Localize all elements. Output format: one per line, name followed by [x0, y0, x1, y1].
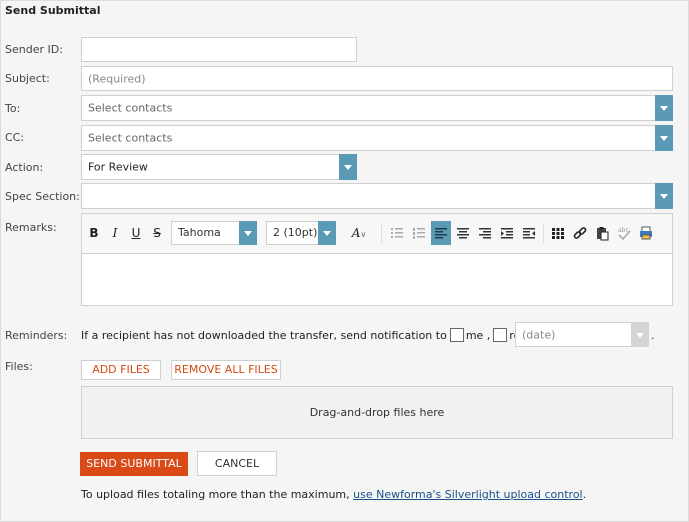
silverlight-upload-link[interactable]: use Newforma's Silverlight upload contro… — [353, 488, 582, 501]
notify-me-checkbox[interactable] — [449, 328, 464, 342]
remove-all-files-button[interactable]: REMOVE ALL FILES — [171, 360, 281, 380]
reminder-text: If a recipient has not downloaded the tr… — [81, 329, 447, 342]
notify-recipients-checkbox[interactable] — [493, 328, 508, 342]
remarks-label: Remarks: — [5, 221, 57, 234]
svg-text:abc: abc — [618, 227, 629, 234]
spec-section-label: Spec Section: — [5, 190, 80, 203]
cc-label: CC: — [5, 131, 25, 144]
reminder-period: . — [651, 329, 655, 342]
reminder-date-picker[interactable]: (date) — [515, 322, 649, 347]
to-placeholder: Select contacts — [88, 101, 173, 115]
toolbar-divider — [543, 223, 544, 243]
subject-label: Subject: — [5, 72, 50, 85]
subject-input[interactable]: (Required) — [81, 66, 673, 91]
align-center-icon[interactable] — [453, 221, 473, 245]
subject-placeholder: (Required) — [88, 72, 146, 85]
table-icon[interactable] — [548, 221, 568, 245]
sender-id-input[interactable] — [81, 37, 357, 62]
notify-me-label: me , — [465, 329, 491, 342]
align-left-icon[interactable] — [431, 221, 451, 245]
sender-id-label: Sender ID: — [5, 43, 63, 56]
indent-icon[interactable] — [519, 221, 539, 245]
upload-note-period: . — [582, 488, 587, 501]
italic-button[interactable]: I — [105, 221, 125, 245]
remarks-editor[interactable] — [81, 253, 673, 306]
upload-note: To upload files totaling more than the m… — [81, 488, 586, 501]
paste-icon[interactable] — [592, 221, 612, 245]
font-family-arrow-icon[interactable] — [239, 221, 257, 245]
font-color-button[interactable]: A∨ — [344, 221, 374, 245]
font-family-value: Tahoma — [178, 226, 221, 239]
file-drop-zone[interactable]: Drag-and-drop files here — [81, 386, 673, 439]
send-submittal-panel: Send Submittal Sender ID: Subject: (Requ… — [0, 0, 689, 522]
spec-section-dropdown-arrow-icon[interactable] — [655, 183, 673, 209]
reminder-date-placeholder: (date) — [522, 328, 556, 341]
strikethrough-button[interactable]: S — [147, 221, 167, 245]
action-select[interactable]: For Review — [81, 154, 357, 180]
print-icon[interactable] — [636, 221, 656, 245]
page-title: Send Submittal — [5, 4, 101, 17]
font-color-chevron-icon: ∨ — [360, 230, 367, 239]
action-dropdown-arrow-icon[interactable] — [339, 154, 357, 180]
underline-button[interactable]: U — [126, 221, 146, 245]
outdent-icon[interactable] — [497, 221, 517, 245]
align-right-icon[interactable] — [475, 221, 495, 245]
font-size-arrow-icon[interactable] — [318, 221, 336, 245]
font-family-select[interactable]: Tahoma — [171, 221, 257, 245]
bold-button[interactable]: B — [84, 221, 104, 245]
date-dropdown-arrow-icon[interactable] — [631, 322, 649, 347]
font-size-value: 2 (10pt) — [273, 226, 318, 239]
add-files-button[interactable]: ADD FILES — [81, 360, 161, 380]
to-contacts-dropdown[interactable]: Select contacts — [81, 95, 673, 121]
link-icon[interactable] — [570, 221, 590, 245]
numbered-list-icon[interactable] — [409, 221, 429, 245]
upload-note-text: To upload files totaling more than the m… — [81, 488, 350, 501]
to-label: To: — [5, 102, 21, 115]
cc-placeholder: Select contacts — [88, 131, 173, 145]
action-label: Action: — [5, 161, 44, 174]
rich-text-toolbar: B I U S Tahoma 2 (10pt) A∨ abc — [81, 213, 673, 253]
to-dropdown-arrow-icon[interactable] — [655, 95, 673, 121]
send-submittal-button[interactable]: SEND SUBMITTAL — [80, 452, 188, 476]
action-value: For Review — [88, 160, 148, 174]
font-size-select[interactable]: 2 (10pt) — [266, 221, 336, 245]
cancel-button[interactable]: CANCEL — [197, 451, 277, 476]
cc-dropdown-arrow-icon[interactable] — [655, 125, 673, 151]
reminder-row: If a recipient has not downloaded the tr… — [81, 328, 584, 342]
bullet-list-icon[interactable] — [387, 221, 407, 245]
spec-section-select[interactable] — [81, 183, 673, 209]
files-label: Files: — [5, 360, 33, 373]
toolbar-divider — [381, 223, 382, 243]
cc-contacts-dropdown[interactable]: Select contacts — [81, 125, 673, 151]
spellcheck-icon[interactable]: abc — [614, 221, 634, 245]
reminders-label: Reminders: — [5, 329, 68, 342]
drop-zone-text: Drag-and-drop files here — [309, 406, 445, 419]
